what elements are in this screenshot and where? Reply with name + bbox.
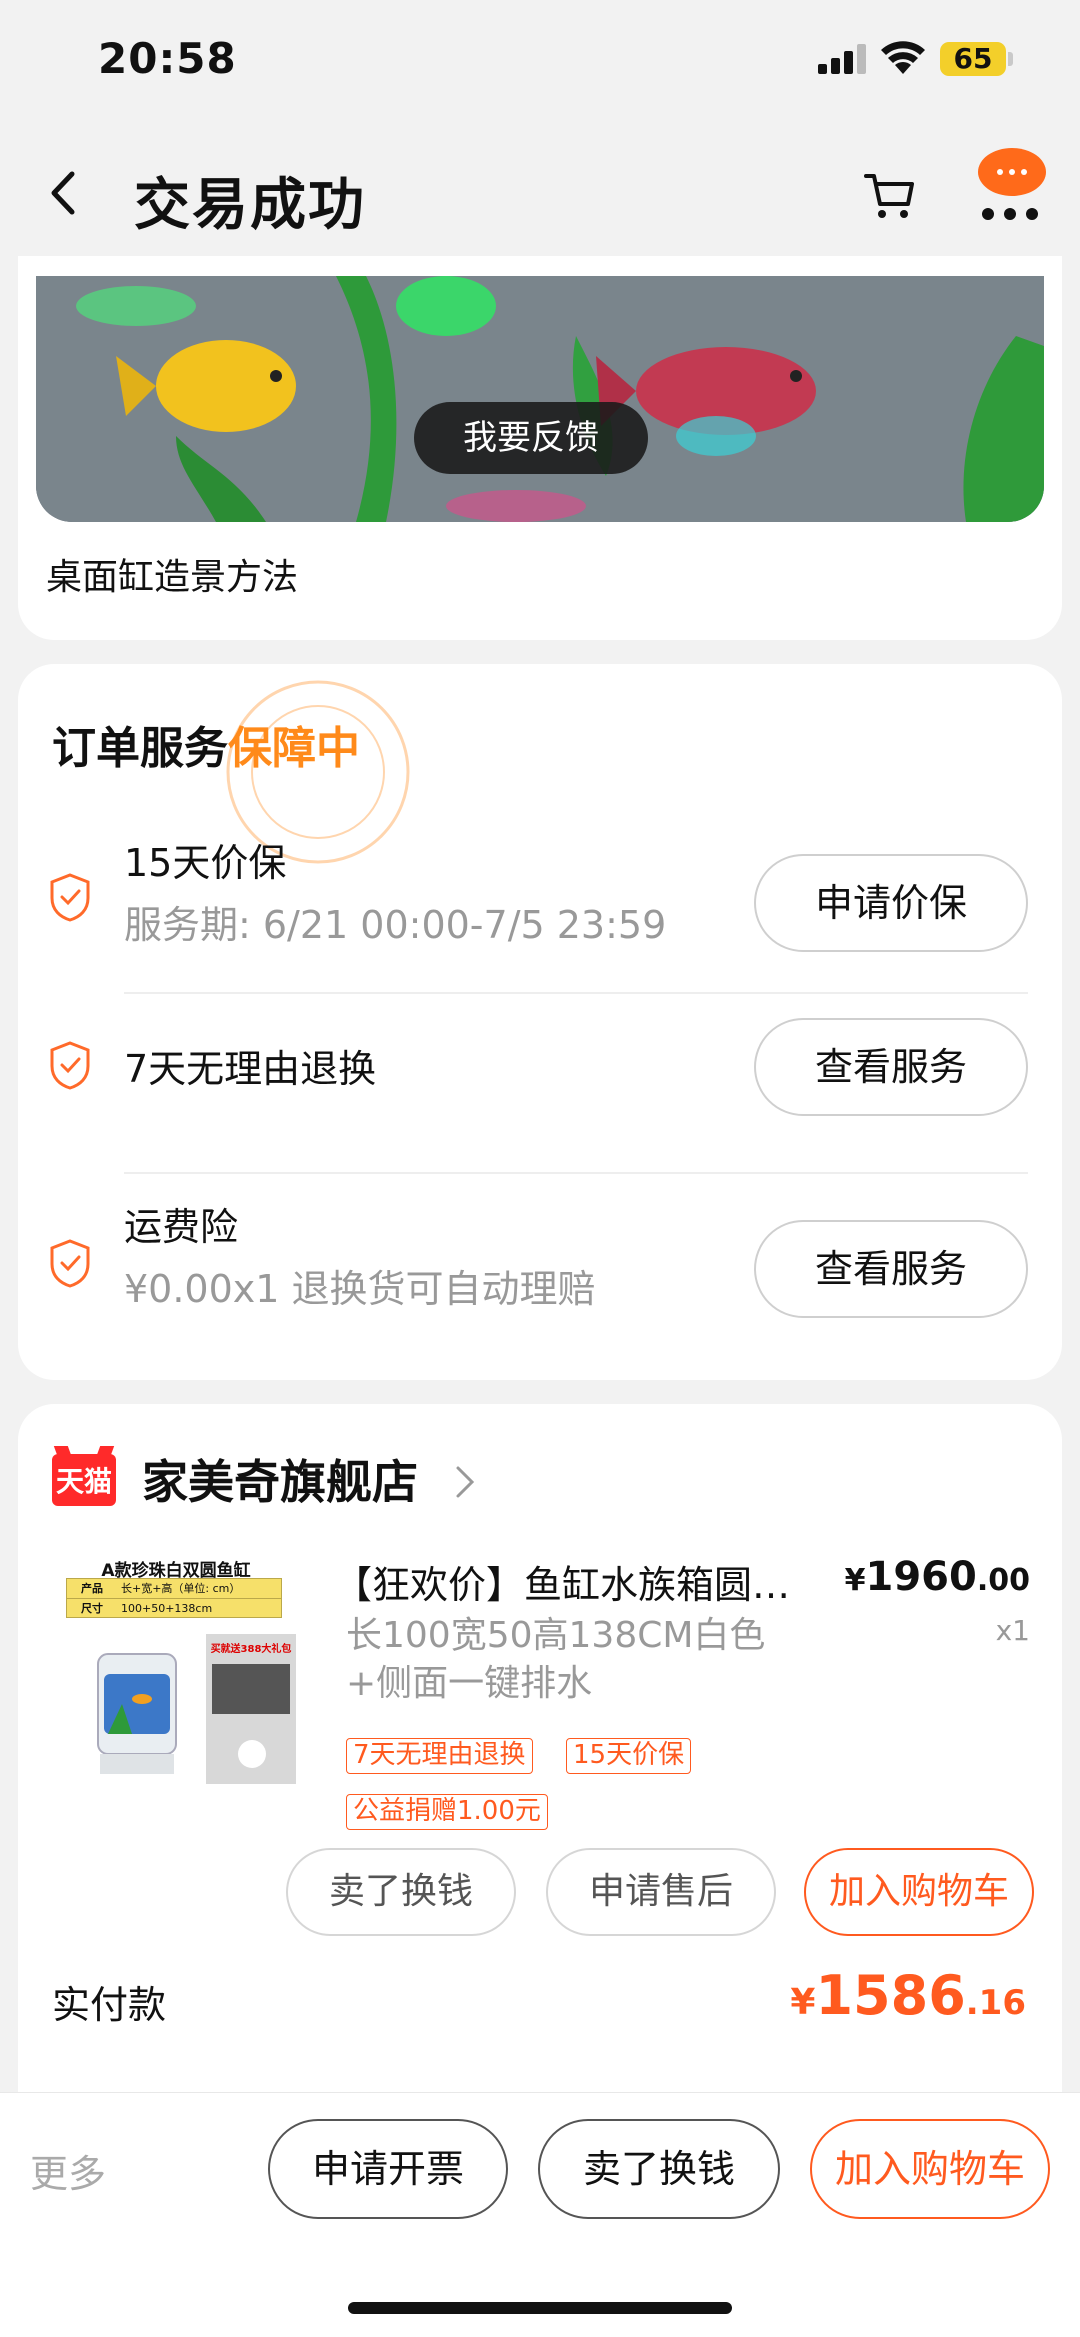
- divider: [124, 992, 1028, 994]
- service-period: 服务期: 6/21 00:00-7/5 23:59: [124, 903, 667, 947]
- image-table-cell: 长+宽+高（单位: cm）: [121, 1582, 241, 1595]
- more-link[interactable]: 更多: [30, 2143, 106, 2198]
- shop-name[interactable]: 家美奇旗舰店: [142, 1446, 418, 1512]
- service-title: 订单服务保障中: [52, 712, 360, 776]
- product-title[interactable]: 【狂欢价】鱼缸水族箱圆…: [334, 1554, 844, 1609]
- status-bar: 20:58 65: [0, 0, 1080, 120]
- paid-integer: 1586: [815, 1964, 966, 2027]
- tag-donation: 公益捐赠1.00元: [346, 1794, 548, 1830]
- price-decimal: .00: [976, 1563, 1030, 1598]
- paid-decimal: .16: [965, 1983, 1026, 2023]
- add-to-cart-button[interactable]: 加入购物车: [804, 1848, 1034, 1936]
- after-sales-button[interactable]: 申请售后: [546, 1848, 776, 1936]
- paid-amount: ¥1586.16: [790, 1964, 1026, 2027]
- fish-scene-image: [36, 276, 1044, 522]
- paid-currency: ¥: [790, 1982, 816, 2023]
- feedback-button[interactable]: 我要反馈: [414, 402, 648, 474]
- tag-15day-price-protect: 15天价保: [566, 1738, 692, 1774]
- request-invoice-button[interactable]: 申请开票: [268, 2119, 508, 2219]
- price-integer: 1960: [865, 1554, 977, 1600]
- service-row-return: 7天无理由退换 查看服务: [18, 996, 1062, 1176]
- service-status: 保障中: [228, 723, 360, 774]
- cart-icon[interactable]: [862, 168, 918, 224]
- image-table-cell: 尺寸: [81, 1602, 103, 1615]
- product-quantity: x1: [995, 1614, 1030, 1647]
- tag-7day-return: 7天无理由退换: [346, 1738, 533, 1774]
- service-row-shipping-insurance: 运费险 ¥0.00x1 退换货可自动理赔 查看服务: [18, 1176, 1062, 1356]
- shield-check-icon: [50, 873, 90, 922]
- wifi-icon: [881, 41, 925, 74]
- signal-icon: [818, 44, 866, 74]
- divider: [124, 1172, 1028, 1174]
- sell-for-cash-button[interactable]: 卖了换钱: [538, 2119, 780, 2219]
- product-spec-line: 长100宽50高138CM白色: [346, 1615, 766, 1656]
- product-spec: 长100宽50高138CM白色 +侧面一键排水: [346, 1612, 866, 1708]
- nav-bar: 交易成功: [0, 120, 1080, 275]
- service-detail: ¥0.00x1 退换货可自动理赔: [124, 1267, 596, 1311]
- status-time: 20:58: [98, 34, 237, 83]
- service-row-price-protect: 15天价保 服务期: 6/21 00:00-7/5 23:59 申请价保: [18, 814, 1062, 994]
- more-menu-icon[interactable]: [972, 144, 1048, 234]
- battery-cap: [1008, 52, 1013, 66]
- tmall-logo: 天猫: [52, 1454, 116, 1506]
- back-icon[interactable]: [44, 168, 84, 218]
- apply-price-protect-button[interactable]: 申请价保: [754, 854, 1028, 952]
- battery-icon: 65: [940, 42, 1006, 76]
- bottom-action-bar: 更多 申请开票 卖了换钱 加入购物车: [0, 2092, 1080, 2337]
- view-service-button[interactable]: 查看服务: [754, 1018, 1028, 1116]
- chevron-right-icon[interactable]: [454, 1464, 476, 1500]
- video-caption[interactable]: 桌面缸造景方法: [46, 548, 298, 600]
- shield-check-icon: [50, 1239, 90, 1288]
- service-name: 15天价保: [124, 841, 287, 885]
- product-spec-line: +侧面一键排水: [346, 1663, 593, 1704]
- product-image[interactable]: A款珍珠白双圆鱼缸 产品 长+宽+高（单位: cm） 尺寸 100+50+138…: [52, 1554, 300, 1800]
- service-name: 运费险: [124, 1205, 239, 1249]
- add-to-cart-bottom-button[interactable]: 加入购物车: [810, 2119, 1050, 2219]
- image-gift-label: 买就送388大礼包: [210, 1644, 292, 1655]
- product-image-table: 产品 长+宽+高（单位: cm） 尺寸 100+50+138cm: [66, 1578, 282, 1618]
- shield-check-icon: [50, 1041, 90, 1090]
- sell-button[interactable]: 卖了换钱: [286, 1848, 516, 1936]
- view-service-button[interactable]: 查看服务: [754, 1220, 1028, 1318]
- shop-order-card: 天猫 家美奇旗舰店 A款珍珠白双圆鱼缸 产品 长+宽+高（单位: cm） 尺寸 …: [18, 1404, 1062, 2094]
- price-currency: ¥: [844, 1563, 866, 1598]
- order-service-card: 订单服务保障中 15天价保 服务期: 6/21 00:00-7/5 23:59 …: [18, 664, 1062, 1380]
- image-table-cell: 产品: [81, 1582, 103, 1595]
- home-indicator: [348, 2302, 732, 2314]
- page-title: 交易成功: [134, 173, 366, 238]
- product-price: ¥1960.00: [845, 1554, 1030, 1600]
- paid-label: 实付款: [52, 1983, 167, 2027]
- image-table-cell: 100+50+138cm: [121, 1602, 213, 1615]
- service-title-text: 订单服务: [52, 723, 228, 774]
- service-name: 7天无理由退换: [124, 1047, 377, 1091]
- video-thumbnail[interactable]: [36, 276, 1044, 522]
